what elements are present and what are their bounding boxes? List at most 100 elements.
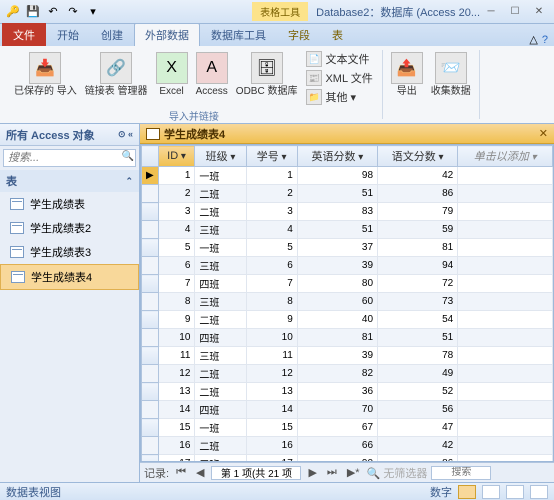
cell-id[interactable]: 11 <box>158 347 195 365</box>
cell-chn[interactable]: 56 <box>378 401 458 419</box>
table-row[interactable]: 13二班133652 <box>142 383 553 401</box>
cell-id[interactable]: 12 <box>158 365 195 383</box>
cell-empty[interactable] <box>458 455 553 463</box>
col-eng[interactable]: 英语分数 ▾ <box>297 146 377 167</box>
cell-class[interactable]: 二班 <box>195 311 246 329</box>
row-selector[interactable] <box>142 401 159 419</box>
nav-item-3[interactable]: 学生成绩表4 <box>0 264 139 290</box>
cell-chn[interactable]: 81 <box>378 239 458 257</box>
cell-sno[interactable]: 11 <box>246 347 297 365</box>
cell-eng[interactable]: 81 <box>297 329 377 347</box>
cell-eng[interactable]: 67 <box>297 419 377 437</box>
import-text-button[interactable]: 📄文本文件 <box>303 50 375 68</box>
cell-chn[interactable]: 86 <box>378 455 458 463</box>
tab-db-tools[interactable]: 数据库工具 <box>200 23 277 46</box>
cell-class[interactable]: 三班 <box>195 221 246 239</box>
import-access-button[interactable]: AAccess <box>194 50 230 99</box>
cell-chn[interactable]: 78 <box>378 347 458 365</box>
row-selector[interactable] <box>142 185 159 203</box>
import-odbc-button[interactable]: 🗄ODBC 数据库 <box>234 50 300 99</box>
cell-sno[interactable]: 8 <box>246 293 297 311</box>
cell-chn[interactable]: 42 <box>378 437 458 455</box>
row-selector[interactable] <box>142 347 159 365</box>
nav-item-0[interactable]: 学生成绩表 <box>0 192 139 216</box>
cell-sno[interactable]: 10 <box>246 329 297 347</box>
view-sql-icon[interactable] <box>506 485 524 499</box>
col-id[interactable]: ID ▾ <box>158 146 195 167</box>
table-row[interactable]: 14四班147056 <box>142 401 553 419</box>
cell-empty[interactable] <box>458 419 553 437</box>
view-design-icon[interactable] <box>482 485 500 499</box>
row-selector[interactable] <box>142 221 159 239</box>
cell-class[interactable]: 三班 <box>195 293 246 311</box>
row-selector[interactable]: ▶ <box>142 167 159 185</box>
row-selector[interactable] <box>142 455 159 463</box>
cell-id[interactable]: 15 <box>158 419 195 437</box>
cell-eng[interactable]: 98 <box>297 167 377 185</box>
recnav-new-icon[interactable]: ▶* <box>344 466 363 479</box>
cell-sno[interactable]: 17 <box>246 455 297 463</box>
select-all-corner[interactable] <box>142 146 159 167</box>
close-icon[interactable]: ✕ <box>528 4 550 20</box>
cell-empty[interactable] <box>458 329 553 347</box>
table-row[interactable]: 3二班38379 <box>142 203 553 221</box>
cell-empty[interactable] <box>458 167 553 185</box>
nav-item-2[interactable]: 学生成绩表3 <box>0 240 139 264</box>
cell-id[interactable]: 17 <box>158 455 195 463</box>
cell-sno[interactable]: 12 <box>246 365 297 383</box>
cell-eng[interactable]: 51 <box>297 221 377 239</box>
collect-data-button[interactable]: 📨收集数据 <box>429 50 473 99</box>
view-datasheet-icon[interactable] <box>458 485 476 499</box>
cell-class[interactable]: 一班 <box>195 167 246 185</box>
cell-eng[interactable]: 37 <box>297 239 377 257</box>
recnav-position-input[interactable] <box>211 466 301 480</box>
cell-empty[interactable] <box>458 401 553 419</box>
cell-chn[interactable]: 73 <box>378 293 458 311</box>
cell-empty[interactable] <box>458 257 553 275</box>
ribbon-minimize-icon[interactable]: △ <box>529 33 537 46</box>
cell-eng[interactable]: 90 <box>297 455 377 463</box>
tab-external-data[interactable]: 外部数据 <box>134 23 200 46</box>
cell-eng[interactable]: 82 <box>297 365 377 383</box>
cell-chn[interactable]: 94 <box>378 257 458 275</box>
col-add[interactable]: 单击以添加 ▾ <box>458 146 553 167</box>
cell-class[interactable]: 三班 <box>195 257 246 275</box>
row-selector[interactable] <box>142 437 159 455</box>
cell-sno[interactable]: 6 <box>246 257 297 275</box>
cell-class[interactable]: 三班 <box>195 347 246 365</box>
cell-eng[interactable]: 39 <box>297 257 377 275</box>
cell-id[interactable]: 7 <box>158 275 195 293</box>
cell-class[interactable]: 二班 <box>195 365 246 383</box>
cell-class[interactable]: 四班 <box>195 275 246 293</box>
cell-eng[interactable]: 80 <box>297 275 377 293</box>
row-selector[interactable] <box>142 419 159 437</box>
table-row[interactable]: 7四班78072 <box>142 275 553 293</box>
cell-class[interactable]: 一班 <box>195 419 246 437</box>
cell-id[interactable]: 14 <box>158 401 195 419</box>
cell-sno[interactable]: 16 <box>246 437 297 455</box>
cell-sno[interactable]: 13 <box>246 383 297 401</box>
view-form-icon[interactable] <box>530 485 548 499</box>
row-selector[interactable] <box>142 239 159 257</box>
row-selector[interactable] <box>142 311 159 329</box>
cell-sno[interactable]: 7 <box>246 275 297 293</box>
cell-id[interactable]: 1 <box>158 167 195 185</box>
cell-empty[interactable] <box>458 239 553 257</box>
table-row[interactable]: 15一班156747 <box>142 419 553 437</box>
cell-class[interactable]: 四班 <box>195 329 246 347</box>
cell-sno[interactable]: 14 <box>246 401 297 419</box>
cell-id[interactable]: 4 <box>158 221 195 239</box>
linked-table-mgr-button[interactable]: 🔗链接表 管理器 <box>83 50 150 99</box>
col-sno[interactable]: 学号 ▾ <box>246 146 297 167</box>
cell-sno[interactable]: 4 <box>246 221 297 239</box>
cell-empty[interactable] <box>458 347 553 365</box>
cell-eng[interactable]: 70 <box>297 401 377 419</box>
col-class[interactable]: 班级 ▾ <box>195 146 246 167</box>
cell-empty[interactable] <box>458 275 553 293</box>
cell-class[interactable]: 三班 <box>195 455 246 463</box>
redo-icon[interactable]: ↷ <box>64 3 82 21</box>
cell-chn[interactable]: 52 <box>378 383 458 401</box>
table-row[interactable]: 9二班94054 <box>142 311 553 329</box>
tab-table[interactable]: 表 <box>321 23 354 46</box>
row-selector[interactable] <box>142 275 159 293</box>
